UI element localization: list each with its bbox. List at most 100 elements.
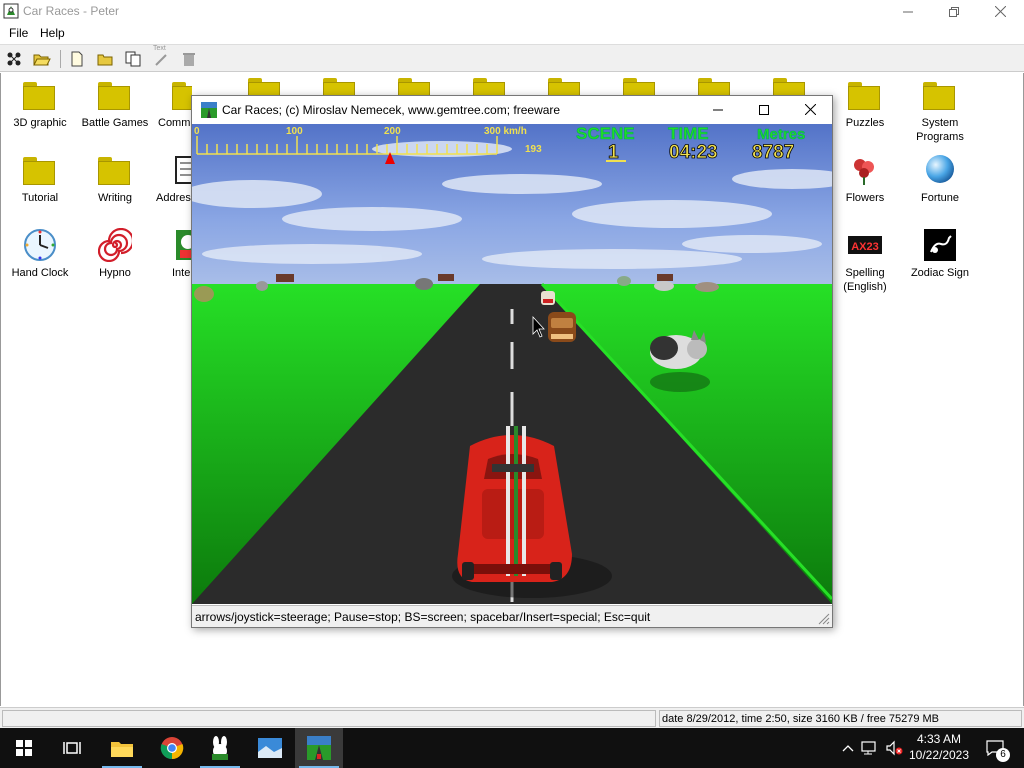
close-button[interactable] [977,0,1023,23]
desktop-icon-zodiac-sign[interactable]: Zodiac Sign [902,228,978,280]
windows-logo-icon [16,740,32,756]
copy-button[interactable] [123,49,143,69]
close-icon [994,6,1006,17]
new-file-button[interactable] [67,49,87,69]
game-status-bar: arrows/joystick=steerage; Pause=stop; BS… [192,605,832,627]
show-hidden-icons-button[interactable] [838,738,858,758]
game-minimize-button[interactable] [695,98,741,121]
desktop-icon-commu[interactable]: Commu [152,78,192,130]
bunny-icon [212,736,228,760]
start-button[interactable] [0,728,48,768]
clock-time: 4:33 AM [916,732,962,746]
taskbar-peter-app[interactable] [196,728,244,768]
toolbar: Text [0,44,1024,72]
new-folder-button[interactable] [95,49,115,69]
action-center-button[interactable]: 6 [982,738,1010,762]
desktop-icon-hand-clock[interactable]: Hand Clock [2,228,78,280]
address-book-icon [175,156,192,184]
game-maximize-button[interactable] [741,98,787,121]
desktop-icon-system-programs[interactable]: System Programs [902,78,978,144]
restore-icon [949,6,959,17]
taskbar-car-races[interactable] [295,728,343,768]
metres-label: Metres [757,126,805,143]
folder-icon [172,82,192,112]
copy-icon [125,51,141,67]
spelling-icon: AX23 [848,236,882,254]
trash-icon [183,53,195,66]
taskbar-clock[interactable]: 4:33 AM 10/22/2023 [904,731,974,763]
minimize-icon [903,11,913,12]
time-label: TIME [668,124,709,143]
status-bar: date 8/29/2012, time 2:50, size 3160 KB … [0,707,1024,728]
edit-icon [155,54,167,66]
desktop-icon-3d-graphic[interactable]: 3D graphic [2,78,78,130]
game-canvas[interactable]: 0 100 200 300 km/h 193 SCENE TIME Metres… [192,124,832,604]
spiral-icon [98,228,132,262]
desktop-icon-fortune[interactable]: Fortune [902,153,978,205]
menu-bar: File Help [0,23,1024,42]
maximize-icon [759,104,769,115]
taskbar-file-explorer[interactable] [98,728,146,768]
menu-file[interactable]: File [9,26,28,40]
chevron-up-icon [842,745,854,752]
svg-text:AX23: AX23 [851,241,879,253]
taskbar-chrome[interactable] [148,728,196,768]
desktop-icon-writing[interactable]: Writing [77,153,153,205]
folder-icon [23,157,57,187]
desktop-icon-hypno[interactable]: Hypno [77,228,153,280]
desktop-icon-flowers[interactable]: Flowers [827,153,903,205]
speed-label-100: 100 [286,126,303,137]
clock-icon [24,229,56,261]
new-file-icon [71,51,83,67]
photo-icon [258,738,282,758]
game-window[interactable]: Car Races; (c) Miroslav Nemecek, www.gem… [191,95,833,628]
game-titlebar[interactable]: Car Races; (c) Miroslav Nemecek, www.gem… [192,96,832,124]
desktop-icon-spelling[interactable]: AX23 Spelling (English) [827,228,903,294]
task-view-button[interactable] [48,728,96,768]
volume-tray-button[interactable] [884,738,904,758]
network-icon [861,741,876,755]
minimize-button[interactable] [885,0,931,23]
speed-label-300: 300 km/h [484,126,527,137]
scene-label: SCENE [576,124,635,143]
open-button[interactable] [32,49,52,69]
game-icon [201,102,217,118]
clock-date: 10/22/2023 [908,748,970,762]
network-tray-button[interactable] [860,738,880,758]
scene-value: 1 [608,142,619,163]
game-close-button[interactable] [787,98,833,121]
taskbar-photo-app[interactable] [246,728,294,768]
scorpion-icon [924,229,956,261]
status-file-info: date 8/29/2012, time 2:50, size 3160 KB … [659,710,1022,727]
file-explorer-icon [111,742,133,757]
restore-button[interactable] [931,0,977,23]
window-title: Car Races - Peter [23,4,120,18]
desktop-icon-battle-games[interactable]: Battle Games [77,78,153,130]
desktop-icon-tutorial[interactable]: Tutorial [2,153,78,205]
desktop-icon-address[interactable]: Addres [152,153,192,205]
close-icon [804,104,816,115]
time-value: 04:23 [669,142,718,163]
tree-view-button[interactable] [4,49,24,69]
menu-help[interactable]: Help [40,26,65,40]
folder-icon [923,82,957,112]
chrome-icon [160,737,184,760]
folder-icon [848,82,882,112]
race-stats: SCENE TIME Metres 1 04:23 8787 [576,124,806,163]
delete-button [179,49,199,69]
status-panel-left [2,710,656,727]
game-window-title: Car Races; (c) Miroslav Nemecek, www.gem… [222,103,561,117]
resize-grip-icon[interactable] [818,613,830,625]
flowers-icon [854,159,874,185]
minimize-icon [713,109,723,110]
task-view-icon [63,742,81,754]
game-scene[interactable]: 0 100 200 300 km/h 193 SCENE TIME Metres… [192,124,832,604]
desktop-icon-inter[interactable]: Inter [152,228,192,280]
text-label: Text [153,45,166,52]
desktop-icon-puzzles[interactable]: Puzzles [827,78,903,130]
speed-readout: 193 [525,144,542,155]
speed-label-0: 0 [194,126,200,137]
open-folder-icon [33,54,51,66]
inter-icon [176,230,192,260]
app-icon [3,3,19,19]
